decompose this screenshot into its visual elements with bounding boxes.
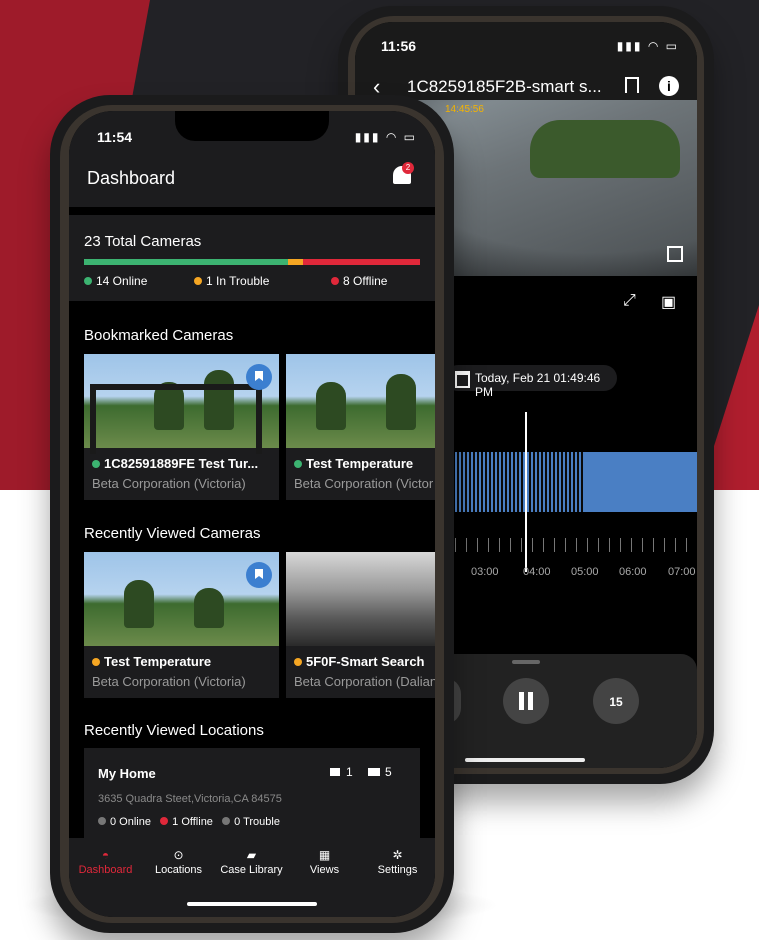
location-card[interactable]: My Home 1 5 3635 Quadra Steet,Victoria,C… bbox=[84, 748, 420, 844]
tab-case-library[interactable]: ▰ Case Library bbox=[215, 848, 288, 876]
camera-card[interactable]: Test Temperature Beta Corporation (Victo… bbox=[84, 552, 279, 698]
signal-wifi-battery-icon: ▮▮▮ ◠ ▭ bbox=[616, 39, 679, 53]
video-camera-icon bbox=[330, 768, 340, 776]
home-indicator bbox=[465, 758, 585, 762]
location-address: 3635 Quadra Steet,Victoria,CA 84575 bbox=[98, 793, 282, 805]
tab-locations[interactable]: ⊙ Locations bbox=[142, 848, 215, 876]
timeline-ticks bbox=[455, 538, 697, 552]
online-bar bbox=[84, 259, 288, 265]
export-clip-icon[interactable]: ▣ bbox=[661, 292, 676, 312]
camera-location: Beta Corporation (Victor bbox=[294, 476, 434, 491]
camera-location: Beta Corporation (Dalian bbox=[294, 674, 435, 689]
camera-name: 1C82591889FE Test Tur... bbox=[92, 456, 258, 471]
grid-icon: ▦ bbox=[318, 848, 331, 862]
status-time: 11:56 bbox=[381, 38, 417, 54]
section-title-recent-cameras: Recently Viewed Cameras bbox=[84, 525, 261, 542]
phone-notch bbox=[175, 111, 329, 141]
bookmark-icon[interactable] bbox=[246, 562, 272, 588]
location-name: My Home bbox=[98, 766, 156, 781]
camera-card[interactable]: 1C82591889FE Test Tur... Beta Corporatio… bbox=[84, 354, 279, 500]
tab-settings[interactable]: ✲ Settings bbox=[361, 848, 434, 876]
date-label: Today, Feb 21 01:49:46 PM bbox=[475, 371, 601, 399]
trouble-bar bbox=[288, 259, 303, 265]
location-online: 0 Online bbox=[110, 816, 151, 828]
folder-count: 5 bbox=[385, 765, 392, 779]
smart-search-icon[interactable]: ⤢ bbox=[623, 292, 636, 310]
total-cameras-card[interactable] bbox=[69, 215, 435, 301]
notification-badge: 2 bbox=[402, 162, 414, 174]
section-title-recent-locations: Recently Viewed Locations bbox=[84, 722, 264, 739]
folder-icon bbox=[368, 768, 380, 776]
timeline-activity-solid bbox=[585, 452, 697, 512]
total-cameras-title: 23 Total Cameras bbox=[84, 233, 202, 250]
gauge-icon: ◓ bbox=[101, 848, 110, 862]
signal-wifi-battery-icon: ▮▮▮ ◠ ▭ bbox=[354, 130, 417, 144]
folder-icon: ▰ bbox=[246, 848, 257, 862]
offline-bar bbox=[303, 259, 420, 265]
status-time: 11:54 bbox=[97, 129, 133, 145]
camera-location: Beta Corporation (Victoria) bbox=[92, 674, 246, 689]
offline-legend: 8 Offline bbox=[331, 274, 387, 288]
pin-icon: ⊙ bbox=[173, 848, 184, 862]
timeline-label: 03:00 bbox=[471, 566, 499, 578]
tab-views[interactable]: ▦ Views bbox=[288, 848, 361, 876]
fullscreen-icon[interactable] bbox=[667, 246, 683, 262]
gear-icon: ✲ bbox=[392, 848, 403, 862]
location-offline: 1 Offline bbox=[172, 816, 213, 828]
camera-name: Test Temperature bbox=[92, 654, 211, 669]
recent-cameras-row: Test Temperature Beta Corporation (Victo… bbox=[84, 552, 435, 698]
timeline-label: 05:00 bbox=[571, 566, 599, 578]
camera-card[interactable]: 5F0F-Smart Search Beta Corporation (Dali… bbox=[286, 552, 435, 698]
bookmark-icon[interactable] bbox=[246, 364, 272, 390]
location-trouble: 0 Trouble bbox=[234, 816, 280, 828]
trouble-legend: 1 In Trouble bbox=[194, 274, 269, 288]
timeline-label: 04:00 bbox=[523, 566, 551, 578]
timeline-label: 07:00 bbox=[668, 566, 696, 578]
pause-button[interactable] bbox=[503, 678, 549, 724]
video-timestamp: 14:45:56 bbox=[445, 104, 484, 115]
home-indicator bbox=[187, 902, 317, 906]
camera-name: Test Temperature bbox=[294, 456, 413, 471]
status-bar: 11:56 ▮▮▮ ◠ ▭ bbox=[355, 22, 697, 68]
bookmark-icon[interactable] bbox=[625, 77, 639, 93]
info-icon[interactable]: i bbox=[659, 76, 679, 96]
front-phone-screen: 11:54 ▮▮▮ ◠ ▭ Dashboard 2 23 Total Camer… bbox=[69, 111, 435, 917]
tab-dashboard[interactable]: ◓ Dashboard bbox=[69, 848, 142, 876]
camera-location: Beta Corporation (Victoria) bbox=[92, 476, 246, 491]
camera-card[interactable]: Test Temperature Beta Corporation (Victo… bbox=[286, 354, 435, 500]
calendar-icon bbox=[455, 371, 470, 388]
section-title-bookmarked: Bookmarked Cameras bbox=[84, 327, 234, 344]
skip-forward-label: 15 bbox=[609, 695, 623, 709]
camera-count: 1 bbox=[346, 765, 353, 779]
bookmarked-cameras-row: 1C82591889FE Test Tur... Beta Corporatio… bbox=[84, 354, 435, 500]
timeline-label: 06:00 bbox=[619, 566, 647, 578]
date-selector[interactable]: Today, Feb 21 01:49:46 PM bbox=[445, 365, 617, 399]
camera-title: 1C8259185F2B-smart s... bbox=[407, 77, 602, 96]
online-legend: 14 Online bbox=[84, 274, 147, 288]
skip-forward-15-button[interactable]: 15 bbox=[593, 678, 639, 724]
location-status-summary: 0 Online 1 Offline 0 Trouble bbox=[98, 816, 280, 828]
camera-thumbnail bbox=[286, 552, 435, 646]
camera-thumbnail bbox=[286, 354, 435, 448]
page-title: Dashboard bbox=[87, 168, 176, 188]
camera-name: 5F0F-Smart Search bbox=[294, 654, 425, 669]
drag-handle[interactable] bbox=[512, 660, 540, 664]
